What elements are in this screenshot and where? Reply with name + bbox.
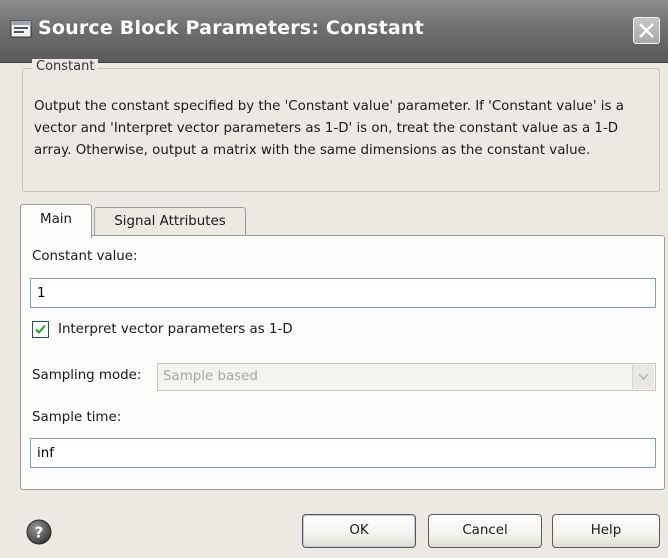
sample-time-input[interactable] xyxy=(30,438,656,468)
help-button[interactable]: Help xyxy=(552,514,660,548)
sampling-mode-value: Sample based xyxy=(163,369,258,384)
close-button[interactable] xyxy=(633,17,660,44)
tab-signal-attributes[interactable]: Signal Attributes xyxy=(94,207,246,236)
svg-text:?: ? xyxy=(35,524,44,542)
interpret-vector-checkbox[interactable] xyxy=(32,321,49,338)
chevron-down-icon xyxy=(638,373,649,381)
close-icon xyxy=(639,23,654,38)
cancel-button[interactable]: Cancel xyxy=(428,514,542,548)
checkmark-icon xyxy=(35,324,46,334)
dialog-title: Source Block Parameters: Constant xyxy=(38,17,424,39)
block-description: Output the constant specified by the 'Co… xyxy=(34,99,624,158)
interpret-vector-label: Interpret vector parameters as 1-D xyxy=(58,322,293,337)
block-parameters-icon xyxy=(10,20,32,38)
tab-main[interactable]: Main xyxy=(20,204,92,238)
constant-value-label: Constant value: xyxy=(32,249,138,264)
title-bar[interactable]: Source Block Parameters: Constant xyxy=(0,0,668,63)
group-legend: Constant xyxy=(32,59,99,74)
ok-button[interactable]: OK xyxy=(302,514,416,548)
sample-time-label: Sample time: xyxy=(32,410,122,425)
help-icon[interactable]: ? xyxy=(26,519,52,545)
sampling-mode-select: Sample based xyxy=(157,363,656,391)
constant-value-input[interactable] xyxy=(30,278,656,308)
dropdown-arrow xyxy=(632,365,654,389)
dialog-window: Source Block Parameters: Constant Consta… xyxy=(0,0,668,558)
sampling-mode-label: Sampling mode: xyxy=(32,368,142,383)
